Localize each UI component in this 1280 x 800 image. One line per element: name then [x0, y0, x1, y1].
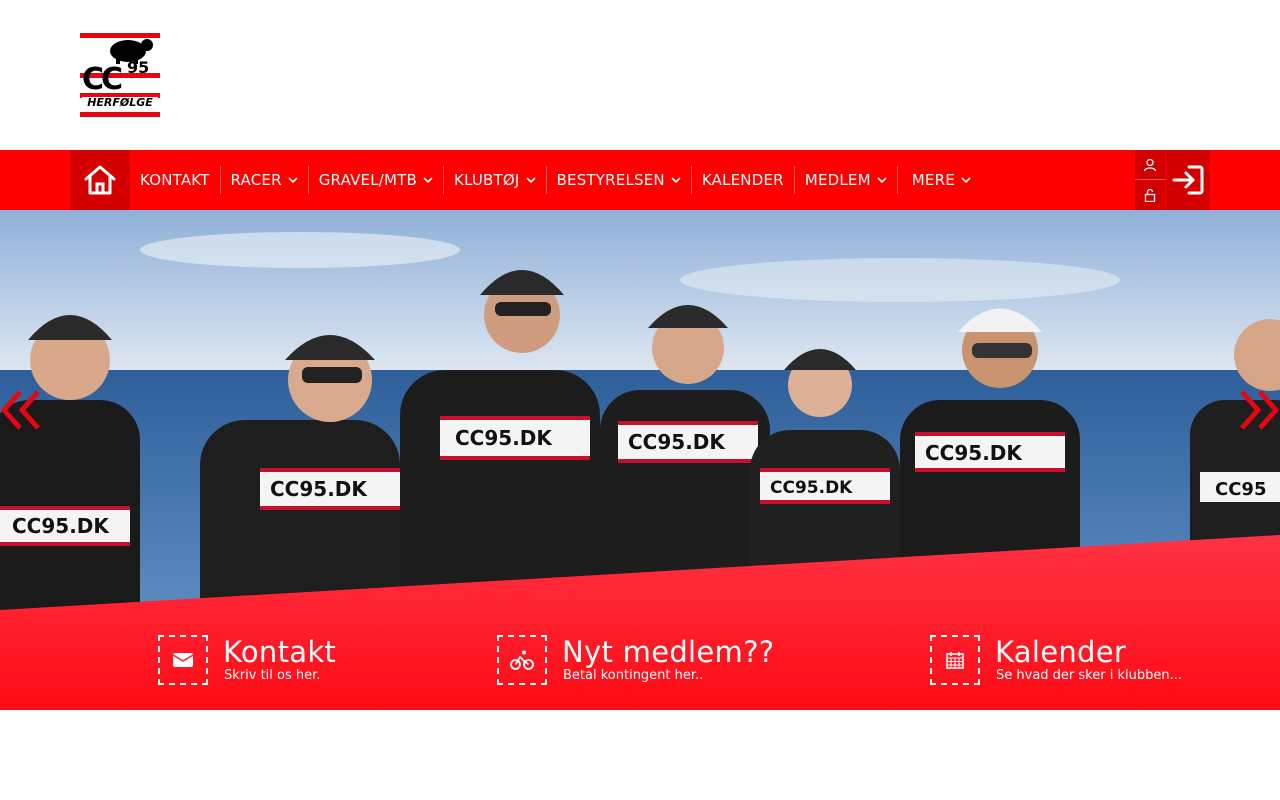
calendar-icon — [946, 652, 964, 669]
double-chevron-right-icon[interactable] — [1232, 388, 1280, 432]
home-button[interactable] — [70, 150, 130, 210]
chevron-down-icon — [877, 177, 887, 184]
nav-item-bestyrelsen[interactable]: BESTYRELSEN — [547, 166, 692, 194]
nav-item-label: MEDLEM — [804, 171, 871, 189]
nav-item-gravel-mtb[interactable]: GRAVEL/MTB — [309, 166, 445, 194]
cta-icon-box — [158, 635, 208, 685]
account-links — [1135, 150, 1165, 210]
login-button[interactable] — [1166, 150, 1210, 210]
nav-item-klubtoj[interactable]: KLUBTØJ — [444, 166, 547, 194]
nav-item-label: RACER — [230, 171, 282, 189]
nav-item-mere[interactable]: MERE — [898, 166, 981, 194]
cta-icon-box — [497, 635, 547, 685]
chevron-down-icon — [525, 177, 536, 184]
chevron-down-icon — [288, 177, 298, 184]
cta-subtitle: Betal kontingent her.. — [563, 668, 704, 683]
double-chevron-left-icon[interactable] — [0, 388, 48, 432]
cta-title: Kontakt — [223, 635, 337, 669]
cta-icon-box — [930, 635, 980, 685]
nav-item-label: KLUBTØJ — [454, 171, 520, 189]
cta-kalender[interactable]: Kalender Se hvad der sker i klubben... — [930, 635, 1182, 685]
login-icon — [1172, 165, 1204, 195]
logo-letters: CC — [82, 62, 123, 97]
cta-title: Kalender — [995, 635, 1127, 669]
cta-subtitle: Skriv til os her. — [224, 668, 321, 683]
user-icon — [1143, 158, 1157, 171]
svg-text:CC95.DK: CC95.DK — [628, 430, 726, 454]
nav-item-kalender[interactable]: KALENDER — [692, 166, 795, 194]
logo-number: 95 — [127, 58, 150, 77]
svg-text:CC95.DK: CC95.DK — [925, 441, 1023, 465]
nav-item-label: KONTAKT — [140, 171, 210, 189]
nav-menu: KONTAKT RACER GRAVEL/MTB KLUBTØJ BESTYRE… — [130, 150, 981, 210]
chevron-down-icon — [961, 177, 971, 184]
logo-stripe — [80, 112, 160, 117]
envelope-icon — [173, 653, 193, 667]
nav-item-racer[interactable]: RACER — [221, 166, 309, 194]
nav-item-label: BESTYRELSEN — [556, 171, 665, 189]
profile-button[interactable] — [1135, 150, 1165, 180]
home-icon — [84, 165, 116, 195]
chevron-down-icon — [671, 177, 681, 184]
cta-text: Nyt medlem?? Betal kontingent her.. — [562, 635, 774, 684]
main-navigation: KONTAKT RACER GRAVEL/MTB KLUBTØJ BESTYRE… — [0, 150, 1280, 210]
cta-title: Nyt medlem?? — [562, 635, 775, 669]
nav-item-label: KALENDER — [701, 171, 784, 189]
svg-text:CC95.DK: CC95.DK — [455, 426, 553, 450]
nav-item-label: MERE — [911, 171, 955, 189]
hero-slider: CC95.DK CC95.DK CC95.DK CC95.DK CC95.DK … — [0, 210, 1280, 710]
cta-subtitle: Se hvad der sker i klubben... — [996, 668, 1182, 683]
cta-text: Kalender Se hvad der sker i klubben... — [995, 635, 1182, 684]
nav-item-label: GRAVEL/MTB — [318, 171, 418, 189]
svg-text:CC95: CC95 — [1215, 479, 1266, 500]
cta-nyt-medlem[interactable]: Nyt medlem?? Betal kontingent her.. — [497, 635, 774, 685]
club-logo[interactable]: CC 95 HERFØLGE — [80, 33, 160, 117]
svg-text:CC95.DK: CC95.DK — [270, 477, 368, 501]
nav-item-kontakt[interactable]: KONTAKT — [130, 166, 221, 194]
cta-kontakt[interactable]: Kontakt Skriv til os her. — [158, 635, 336, 685]
svg-text:CC95.DK: CC95.DK — [12, 514, 110, 538]
nav-item-medlem[interactable]: MEDLEM — [795, 166, 898, 194]
chevron-down-icon — [423, 177, 433, 184]
cta-text: Kontakt Skriv til os her. — [223, 635, 336, 684]
lock-icon — [1144, 188, 1156, 202]
password-button[interactable] — [1135, 180, 1165, 210]
bicycle-icon — [510, 650, 534, 670]
svg-text:CC95.DK: CC95.DK — [770, 478, 853, 498]
site-header: CC 95 HERFØLGE — [0, 0, 1280, 150]
logo-town: HERFØLGE — [82, 97, 158, 109]
